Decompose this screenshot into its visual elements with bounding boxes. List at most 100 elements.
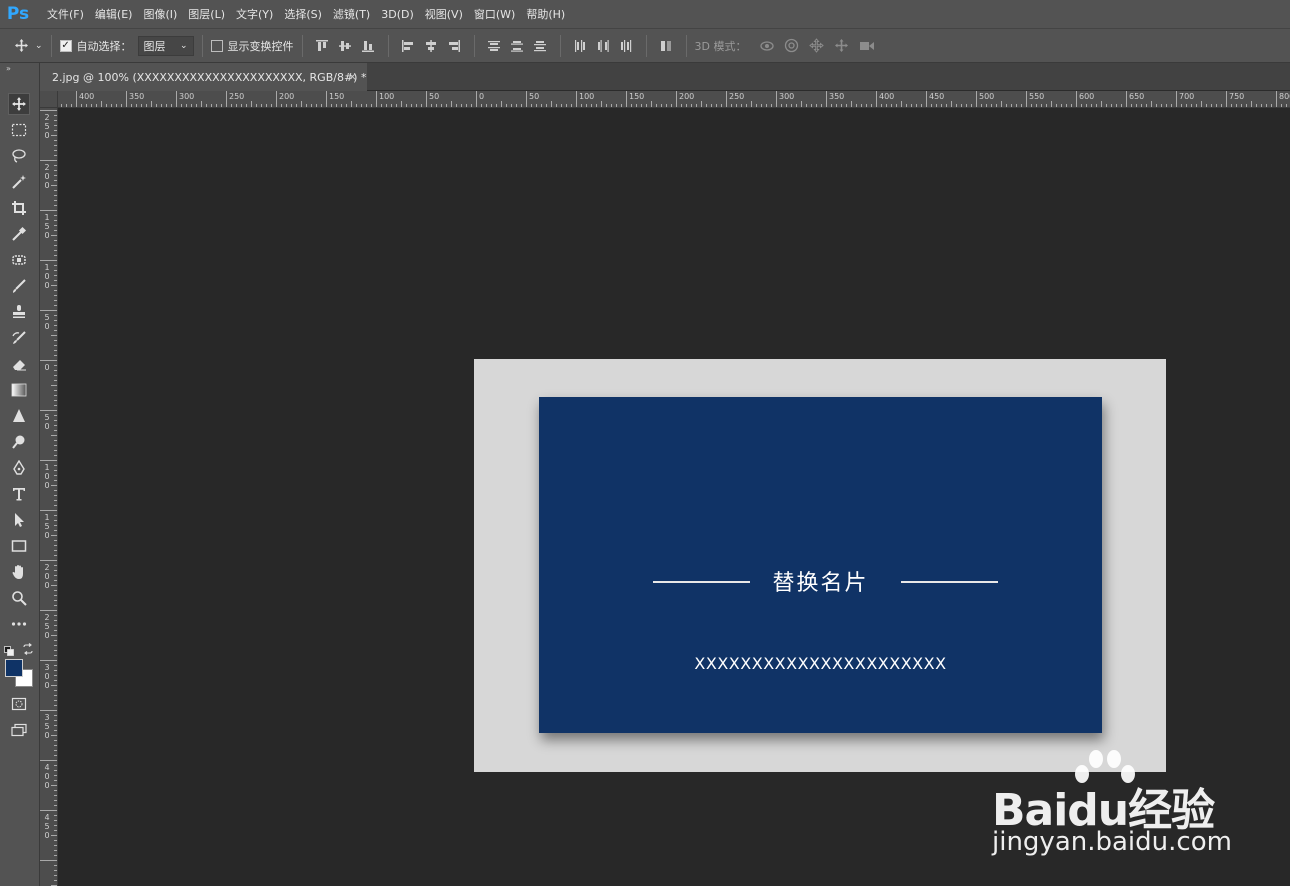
divider xyxy=(473,34,475,57)
marquee-tool-icon[interactable] xyxy=(8,119,30,141)
ruler-label: 400 xyxy=(44,763,50,790)
ruler-label: 50 xyxy=(529,92,540,101)
align-horizontal-center-icon[interactable] xyxy=(424,38,439,53)
foreground-color-swatch[interactable] xyxy=(5,659,23,677)
menu-select[interactable]: 选择(S) xyxy=(284,6,322,22)
divider xyxy=(559,34,561,57)
menu-image[interactable]: 图像(I) xyxy=(143,6,177,22)
ruler-label: 250 xyxy=(229,92,245,101)
auto-select-target-dropdown[interactable]: 图层 ⌄ xyxy=(137,35,194,56)
swap-colors-icon[interactable] xyxy=(22,640,34,655)
ruler-label: 300 xyxy=(179,92,195,101)
magic-wand-tool-icon[interactable] xyxy=(8,171,30,193)
move-tool-preset-icon[interactable] xyxy=(14,38,29,53)
ruler-label: 100 xyxy=(44,263,50,290)
menu-3d[interactable]: 3D(D) xyxy=(381,8,414,21)
default-colors-icon[interactable] xyxy=(4,641,14,656)
menu-window[interactable]: 窗口(W) xyxy=(474,6,515,22)
menu-file[interactable]: 文件(F) xyxy=(47,6,84,22)
distribute-vertical-center-icon[interactable] xyxy=(510,38,525,53)
auto-align-layers-icon[interactable] xyxy=(659,38,674,53)
auto-select-checkbox[interactable]: ✓ xyxy=(59,39,72,52)
ruler-label: 100 xyxy=(379,92,395,101)
ruler-label: 0 xyxy=(44,363,50,372)
horizontal-ruler[interactable]: 400 350 300 250 200 150 100 50 0 50 100 150 200 250 30… xyxy=(58,91,1290,108)
ruler-label: 300 xyxy=(779,92,795,101)
ruler-label: 50 xyxy=(429,92,440,101)
crop-tool-icon[interactable] xyxy=(8,197,30,219)
ruler-label: 450 xyxy=(44,813,50,840)
roll-3d-icon[interactable] xyxy=(784,38,799,53)
dodge-tool-icon[interactable] xyxy=(8,431,30,453)
menu-layer[interactable]: 图层(L) xyxy=(188,6,225,22)
menu-view[interactable]: 视图(V) xyxy=(425,6,463,22)
type-tool-icon[interactable] xyxy=(8,483,30,505)
document-tab-bar: 2.jpg @ 100% (XXXXXXXXXXXXXXXXXXXXXX, RG… xyxy=(40,63,1290,91)
pan-3d-icon[interactable] xyxy=(808,38,824,53)
distribute-bottom-icon[interactable] xyxy=(533,38,548,53)
quick-mask-icon[interactable] xyxy=(8,693,30,715)
ruler-label: 800 xyxy=(1279,92,1290,101)
baidu-watermark: Baidu经验 jingyan.baidu.com xyxy=(990,744,1232,864)
eraser-tool-icon[interactable] xyxy=(8,353,30,375)
document-image[interactable]: 替换名片 XXXXXXXXXXXXXXXXXXXXXX xyxy=(474,359,1166,772)
card-title: 替换名片 xyxy=(772,571,869,596)
options-bar: ⌄ ✓ 自动选择： 图层 ⌄ 显示变换控件 3D 模式： xyxy=(0,28,1290,63)
move-tool-icon[interactable] xyxy=(8,93,30,115)
distribute-right-icon[interactable] xyxy=(619,38,634,53)
distribute-horizontal-center-icon[interactable] xyxy=(596,38,611,53)
ruler-label: 500 xyxy=(979,92,995,101)
show-transform-checkbox[interactable] xyxy=(210,39,223,52)
menu-edit[interactable]: 编辑(E) xyxy=(95,6,133,22)
chevron-down-icon[interactable]: ⌄ xyxy=(35,41,43,51)
hand-tool-icon[interactable] xyxy=(8,561,30,583)
ruler-label: 750 xyxy=(1229,92,1245,101)
pen-tool-icon[interactable] xyxy=(8,457,30,479)
blur-tool-icon[interactable] xyxy=(8,405,30,427)
distribute-left-icon[interactable] xyxy=(573,38,588,53)
lasso-tool-icon[interactable] xyxy=(8,145,30,167)
brush-tool-icon[interactable] xyxy=(8,275,30,297)
zoom-tool-icon[interactable] xyxy=(8,587,30,609)
ruler-label: 0 xyxy=(479,92,485,101)
eyedropper-tool-icon[interactable] xyxy=(8,223,30,245)
divider xyxy=(685,34,687,57)
menu-help[interactable]: 帮助(H) xyxy=(526,6,565,22)
more-tools-icon[interactable] xyxy=(8,613,30,635)
ruler-label: 650 xyxy=(1129,92,1145,101)
menu-filter[interactable]: 滤镜(T) xyxy=(333,6,370,22)
expand-panel-icon[interactable]: » xyxy=(6,64,11,73)
menu-type[interactable]: 文字(Y) xyxy=(236,6,273,22)
ruler-label: 150 xyxy=(44,213,50,240)
divider xyxy=(645,34,647,57)
healing-brush-tool-icon[interactable] xyxy=(8,249,30,271)
close-icon[interactable]: × xyxy=(348,70,357,83)
align-right-icon[interactable] xyxy=(447,38,462,53)
distribute-top-icon[interactable] xyxy=(487,38,502,53)
document-tab[interactable]: 2.jpg @ 100% (XXXXXXXXXXXXXXXXXXXXXX, RG… xyxy=(40,63,367,91)
align-bottom-icon[interactable] xyxy=(361,38,376,53)
chevron-down-icon: ⌄ xyxy=(180,40,188,51)
card-subtitle: XXXXXXXXXXXXXXXXXXXXXX xyxy=(694,654,947,673)
slide-3d-icon[interactable] xyxy=(834,38,849,53)
vertical-ruler[interactable]: 250 200 150 100 50 0 50 100 150 200 250 300 350 400 45… xyxy=(40,108,58,886)
ruler-label: 250 xyxy=(729,92,745,101)
align-top-icon[interactable] xyxy=(315,38,330,53)
ruler-label: 350 xyxy=(829,92,845,101)
ruler-label: 400 xyxy=(879,92,895,101)
orbit-3d-icon[interactable] xyxy=(759,38,774,53)
history-brush-tool-icon[interactable] xyxy=(8,327,30,349)
screen-mode-icon[interactable] xyxy=(8,719,30,741)
path-selection-tool-icon[interactable] xyxy=(8,509,30,531)
ruler-label: 300 xyxy=(44,663,50,690)
clone-stamp-tool-icon[interactable] xyxy=(8,301,30,323)
show-transform-label: 显示变换控件 xyxy=(227,39,294,53)
mode-3d-label: 3D 模式： xyxy=(694,39,747,53)
ruler-origin[interactable] xyxy=(40,91,58,108)
auto-select-label: 自动选择： xyxy=(76,39,132,53)
align-left-icon[interactable] xyxy=(401,38,416,53)
scale-3d-camera-icon[interactable] xyxy=(859,38,874,53)
align-vertical-center-icon[interactable] xyxy=(338,38,353,53)
gradient-tool-icon[interactable] xyxy=(8,379,30,401)
rectangle-tool-icon[interactable] xyxy=(8,535,30,557)
